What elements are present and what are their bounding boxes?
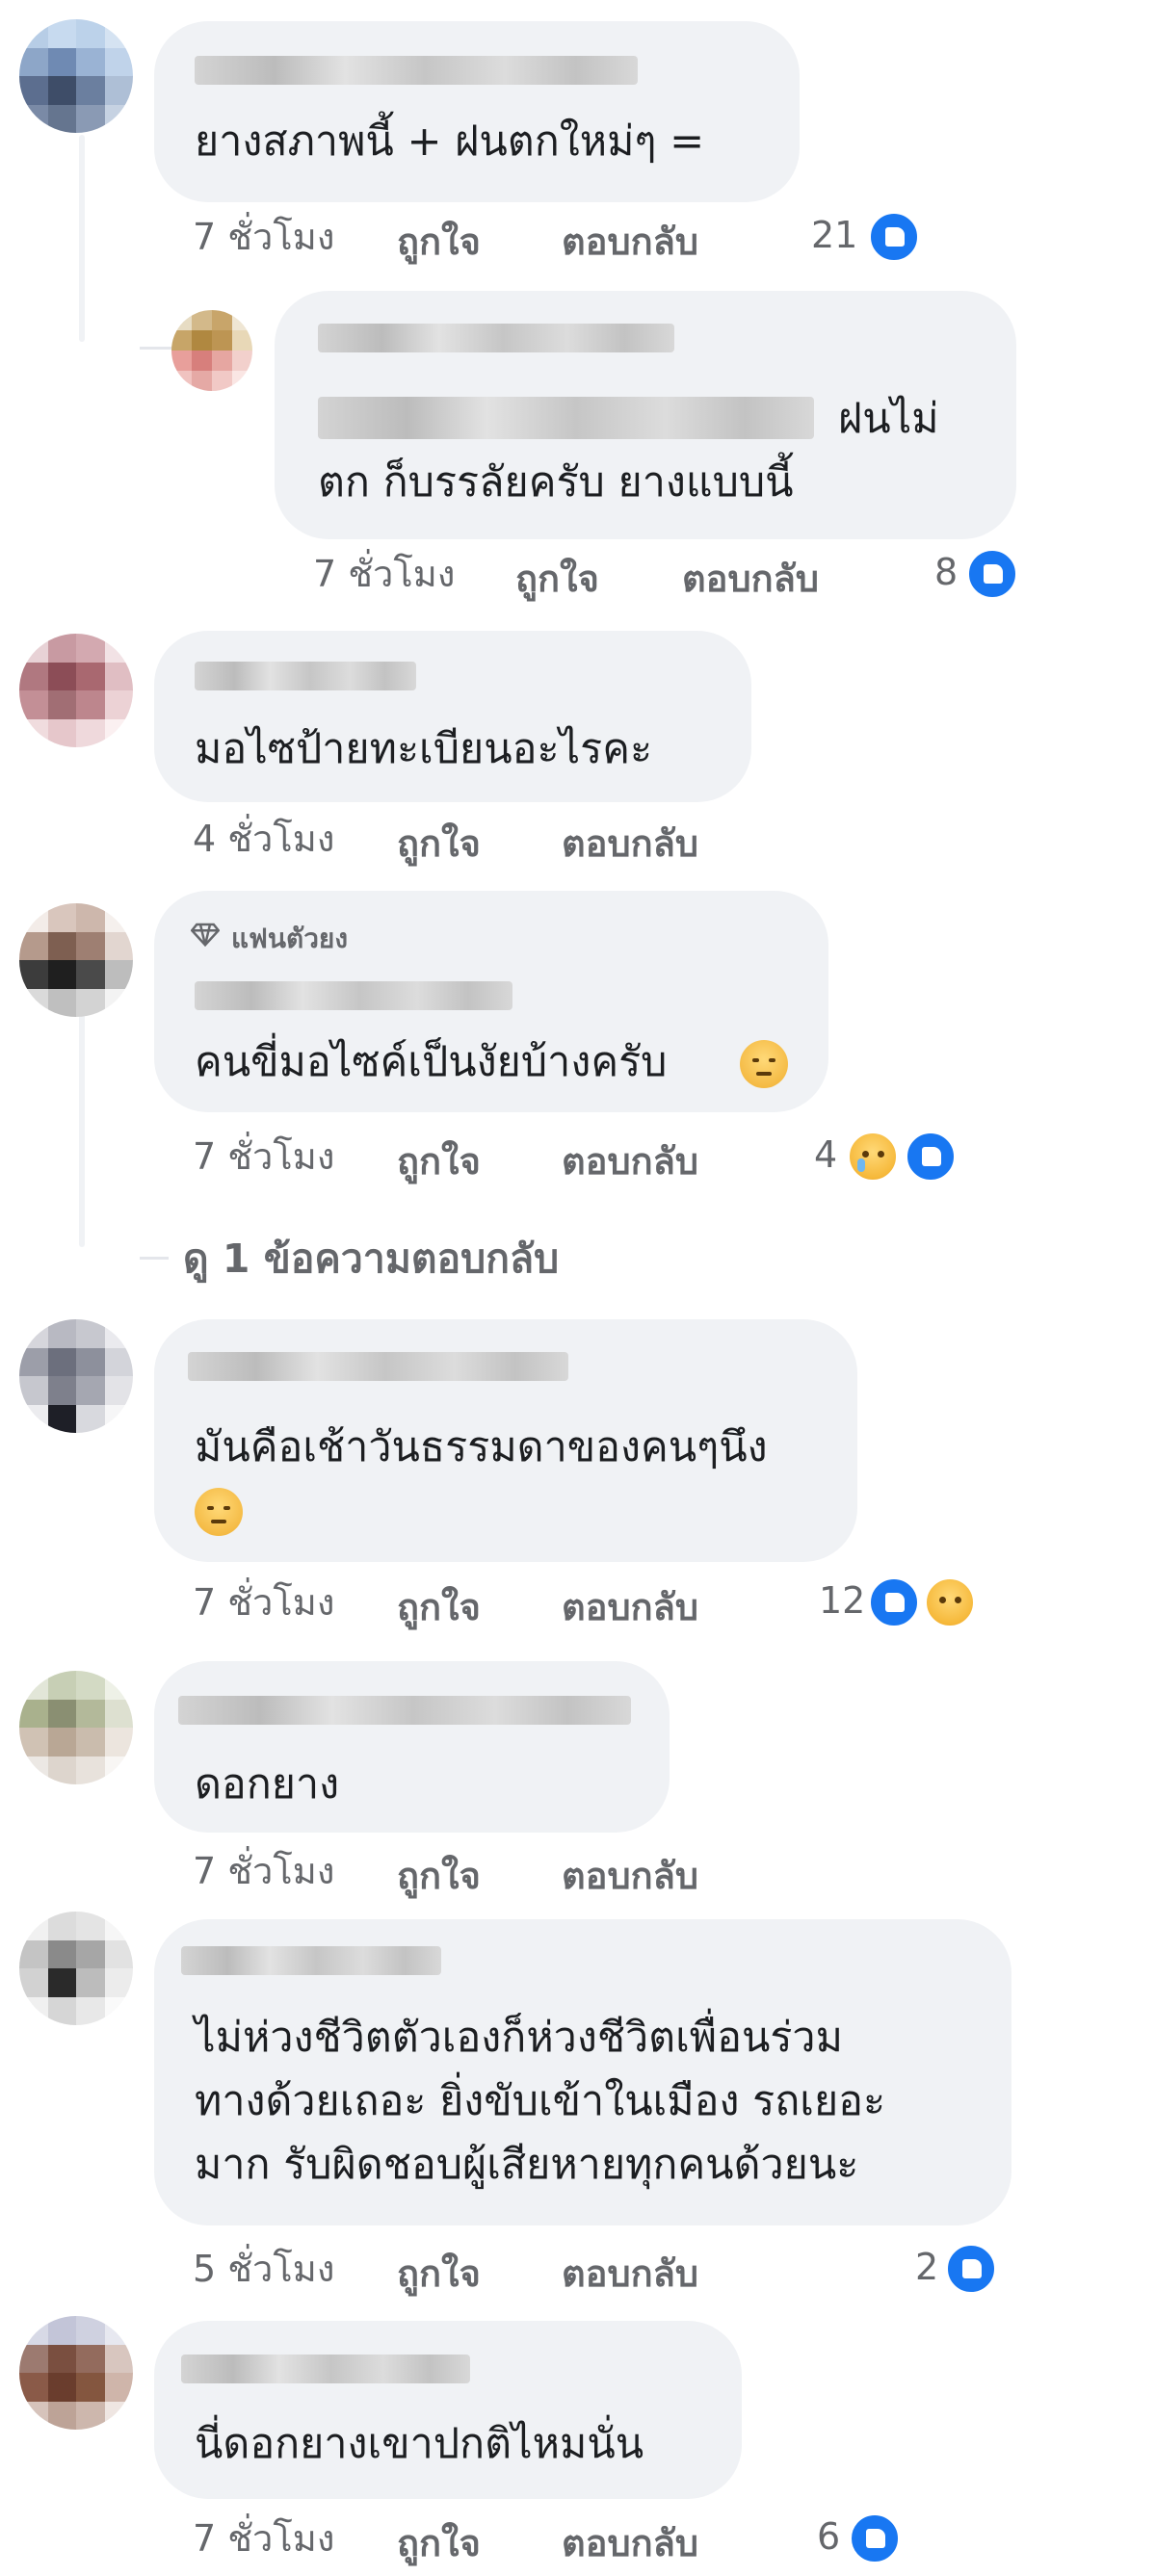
author-name[interactable] xyxy=(181,1946,441,1975)
reaction-count[interactable]: 2 xyxy=(915,2246,938,2288)
comment-time[interactable]: 7 ชั่วโมง xyxy=(193,1573,334,1631)
reaction-count[interactable]: 12 xyxy=(819,1579,865,1622)
like-button[interactable]: ถูกใจ xyxy=(397,814,481,872)
reply-button[interactable]: ตอบกลับ xyxy=(562,1577,698,1636)
like-icon[interactable] xyxy=(965,547,1019,601)
reaction-count[interactable]: 8 xyxy=(934,551,958,593)
comment-bubble: มอไซป้ายทะเบียนอะไรคะ xyxy=(154,631,751,802)
like-icon[interactable] xyxy=(944,2242,998,2296)
comment-time[interactable]: 7 ชั่วโมง xyxy=(193,2509,334,2567)
avatar[interactable] xyxy=(19,2316,133,2430)
avatar[interactable] xyxy=(19,19,133,133)
author-name[interactable] xyxy=(318,324,674,352)
comment-text: ไม่ห่วงชีวิตตัวเองก็ห่วงชีวิตเพื่อนร่วม … xyxy=(195,2014,886,2189)
comment-text: มันคือเช้าวันธรรมดาของคนๆนึง xyxy=(195,1423,768,1471)
like-icon[interactable] xyxy=(867,1575,921,1629)
comment-bubble: ฝนไม่ ตก ก็บรรลัยครับ ยางแบบนี้ xyxy=(275,291,1016,539)
like-icon[interactable] xyxy=(867,210,921,264)
comment-time[interactable]: 7 ชั่วโมง xyxy=(313,544,455,603)
thread-branch xyxy=(140,347,173,350)
sad-face-emoji xyxy=(195,1488,243,1536)
reply-button[interactable]: ตอบกลับ xyxy=(682,549,819,608)
comment-bubble: นี่ดอกยางเขาปกติไหมนั่น xyxy=(154,2321,742,2499)
reaction-count[interactable]: 21 xyxy=(811,214,857,256)
thread-line xyxy=(79,135,85,342)
comment-time[interactable]: 7 ชั่วโมง xyxy=(193,1841,334,1900)
author-name[interactable] xyxy=(195,662,416,690)
like-button[interactable]: ถูกใจ xyxy=(397,1577,481,1636)
reply-button[interactable]: ตอบกลับ xyxy=(562,2244,698,2303)
comment-text: ยางสภาพนี้ + ฝนตกใหม่ๆ = xyxy=(195,117,705,166)
like-button[interactable]: ถูกใจ xyxy=(397,2513,481,2572)
avatar[interactable] xyxy=(19,1912,133,2025)
author-name[interactable] xyxy=(188,1352,568,1381)
diamond-icon xyxy=(191,923,220,948)
comment-bubble: ยางสภาพนี้ + ฝนตกใหม่ๆ = xyxy=(154,21,800,202)
comment-time[interactable]: 7 ชั่วโมง xyxy=(193,1127,334,1185)
comment-time[interactable]: 4 ชั่วโมง xyxy=(193,809,334,868)
view-replies-link[interactable]: ดู 1 ข้อความตอบกลับ xyxy=(183,1228,559,1290)
sad-face-emoji xyxy=(740,1040,788,1088)
comment-time[interactable]: 7 ชั่วโมง xyxy=(193,207,334,266)
reaction-count[interactable]: 6 xyxy=(817,2515,840,2558)
avatar[interactable] xyxy=(171,310,252,391)
author-name[interactable] xyxy=(181,2355,470,2383)
comment-bubble: ดอกยาง xyxy=(154,1661,670,1833)
comment-text: ฝนไม่ ตก ก็บรรลัยครับ ยางแบบนี้ xyxy=(318,395,939,507)
reply-button[interactable]: ตอบกลับ xyxy=(562,1846,698,1905)
avatar[interactable] xyxy=(19,1319,133,1433)
comment-text: นี่ดอกยางเขาปกติไหมนั่น xyxy=(195,2420,644,2468)
avatar[interactable] xyxy=(19,1671,133,1784)
reply-button[interactable]: ตอบกลับ xyxy=(562,814,698,872)
like-button[interactable]: ถูกใจ xyxy=(397,2244,481,2303)
cry-icon[interactable] xyxy=(846,1130,900,1184)
comment-bubble: แฟนตัวยง คนขี่มอไซค์เป็นงัยบ้างครับ xyxy=(154,891,828,1112)
like-icon[interactable] xyxy=(848,2511,902,2565)
comment-bubble: มันคือเช้าวันธรรมดาของคนๆนึง xyxy=(154,1319,857,1562)
comment-text: มอไซป้ายทะเบียนอะไรคะ xyxy=(195,725,653,773)
like-icon[interactable] xyxy=(904,1130,958,1184)
like-button[interactable]: ถูกใจ xyxy=(397,1846,481,1905)
reaction-count[interactable]: 4 xyxy=(814,1133,837,1176)
like-button[interactable]: ถูกใจ xyxy=(397,212,481,271)
comment-time[interactable]: 5 ชั่วโมง xyxy=(193,2239,334,2298)
thread-branch xyxy=(140,1257,169,1260)
avatar[interactable] xyxy=(19,634,133,747)
reply-button[interactable]: ตอบกลับ xyxy=(562,1132,698,1190)
sad-icon[interactable] xyxy=(923,1575,977,1629)
reply-button[interactable]: ตอบกลับ xyxy=(562,2513,698,2572)
comment-text: ดอกยาง xyxy=(195,1760,340,1808)
thread-line xyxy=(79,1002,85,1247)
like-button[interactable]: ถูกใจ xyxy=(397,1132,481,1190)
author-name[interactable] xyxy=(178,1696,631,1725)
author-name[interactable] xyxy=(195,56,638,85)
reply-button[interactable]: ตอบกลับ xyxy=(562,212,698,271)
like-button[interactable]: ถูกใจ xyxy=(515,549,599,608)
fan-badge-label: แฟนตัวยง xyxy=(231,923,348,954)
avatar[interactable] xyxy=(19,903,133,1017)
comment-text: คนขี่มอไซค์เป็นงัยบ้างครับ xyxy=(195,1038,668,1086)
comment-bubble: ไม่ห่วงชีวิตตัวเองก็ห่วงชีวิตเพื่อนร่วม … xyxy=(154,1919,1012,2225)
author-name[interactable] xyxy=(195,981,512,1010)
